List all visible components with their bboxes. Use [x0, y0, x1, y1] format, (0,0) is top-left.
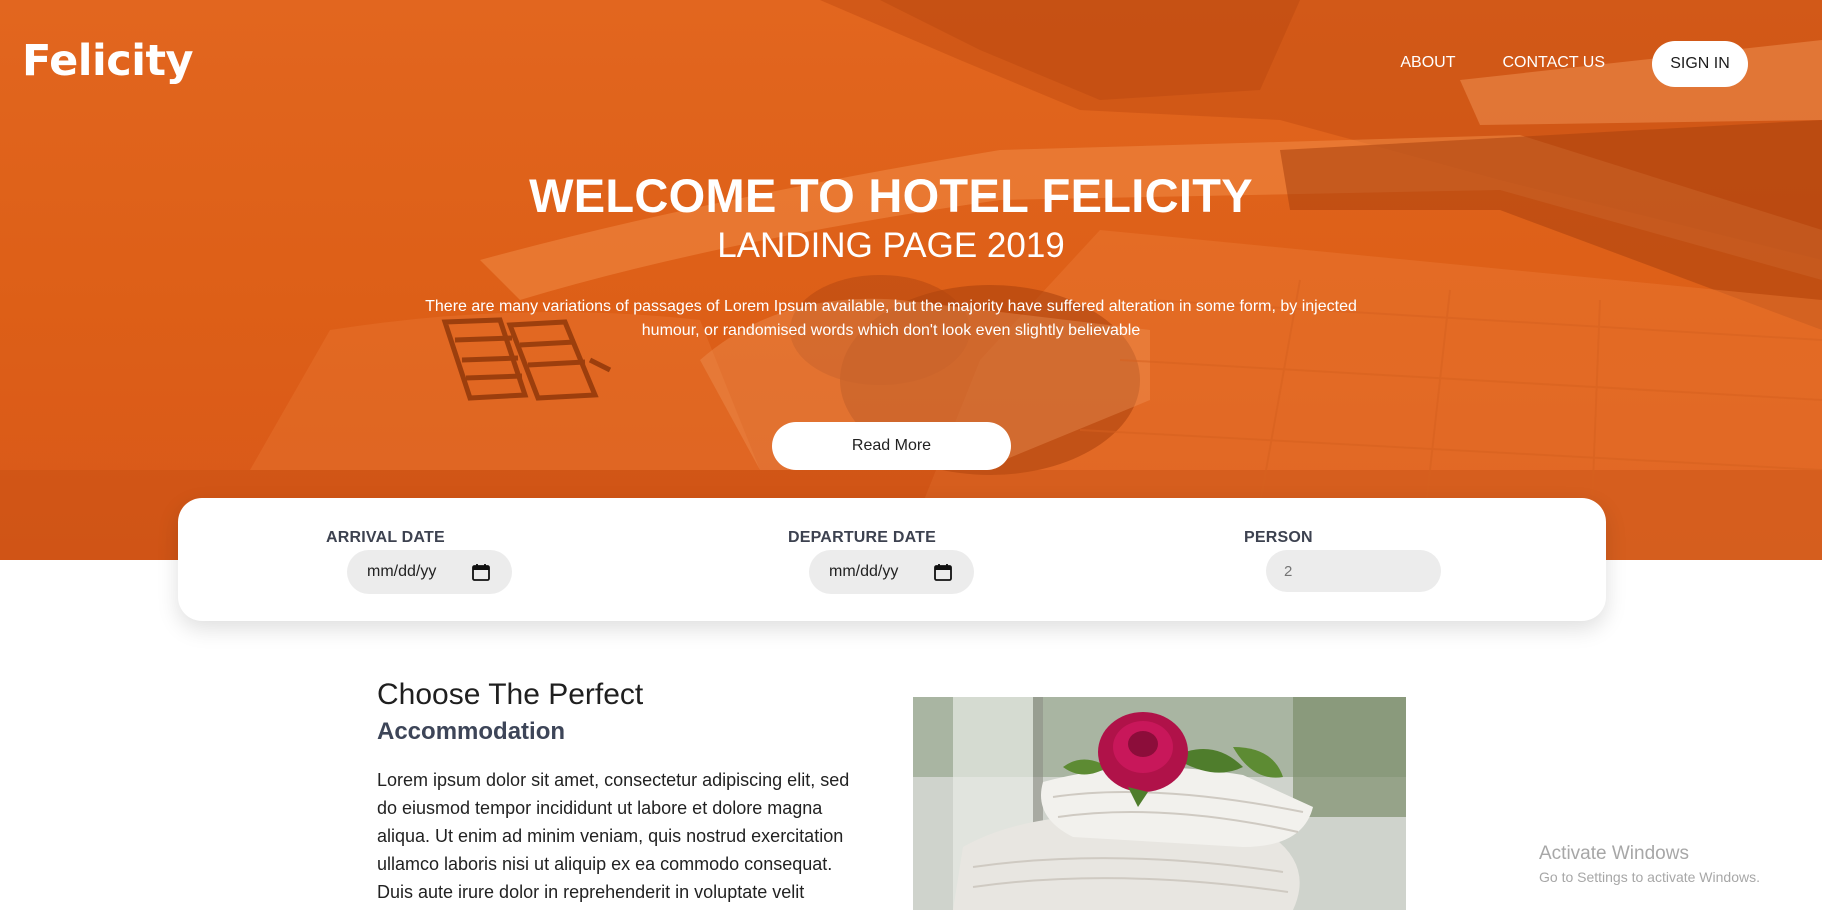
towel-rose-image	[913, 697, 1406, 910]
main-nav: ABOUT CONTACT US SIGN IN	[1400, 41, 1748, 87]
person-label: PERSON	[1244, 529, 1313, 546]
hero-subtitle: LANDING PAGE 2019	[717, 226, 1065, 265]
section-title: Choose The Perfect	[377, 678, 644, 711]
section-subtitle: Accommodation	[377, 718, 566, 745]
hero-section: Felicity ABOUT CONTACT US SIGN IN WELCOM…	[0, 0, 1822, 560]
calendar-icon[interactable]	[472, 563, 490, 581]
nav-link-contact[interactable]: CONTACT US	[1502, 54, 1605, 72]
person-field: PERSON	[1244, 529, 1313, 547]
arrival-date-label: ARRIVAL DATE	[326, 529, 445, 546]
departure-date-input[interactable]: mm/dd/yy	[809, 550, 974, 594]
section-body: Lorem ipsum dolor sit amet, consectetur …	[377, 770, 850, 902]
watermark-subtitle: Go to Settings to activate Windows.	[1539, 869, 1760, 885]
hero-title: WELCOME TO HOTEL FELICITY	[529, 169, 1253, 222]
brand-logo[interactable]: Felicity	[22, 36, 194, 86]
hero-description: There are many variations of passages of…	[425, 298, 1357, 339]
booking-card: ARRIVAL DATE mm/dd/yy DEPARTURE DATE mm/…	[178, 498, 1606, 621]
sign-in-button[interactable]: SIGN IN	[1652, 41, 1748, 87]
person-input[interactable]	[1266, 550, 1441, 592]
arrival-date-value: mm/dd/yy	[367, 563, 437, 580]
departure-date-label: DEPARTURE DATE	[788, 529, 936, 546]
read-more-button[interactable]: Read More	[772, 422, 1011, 470]
watermark-title: Activate Windows	[1539, 843, 1689, 864]
nav-link-about[interactable]: ABOUT	[1400, 54, 1455, 72]
departure-date-value: mm/dd/yy	[829, 563, 899, 580]
calendar-icon[interactable]	[934, 563, 952, 581]
arrival-field: ARRIVAL DATE	[326, 529, 445, 547]
departure-field: DEPARTURE DATE	[788, 529, 936, 547]
windows-activation-watermark: Activate Windows Go to Settings to activ…	[1539, 843, 1760, 885]
arrival-date-input[interactable]: mm/dd/yy	[347, 550, 512, 594]
